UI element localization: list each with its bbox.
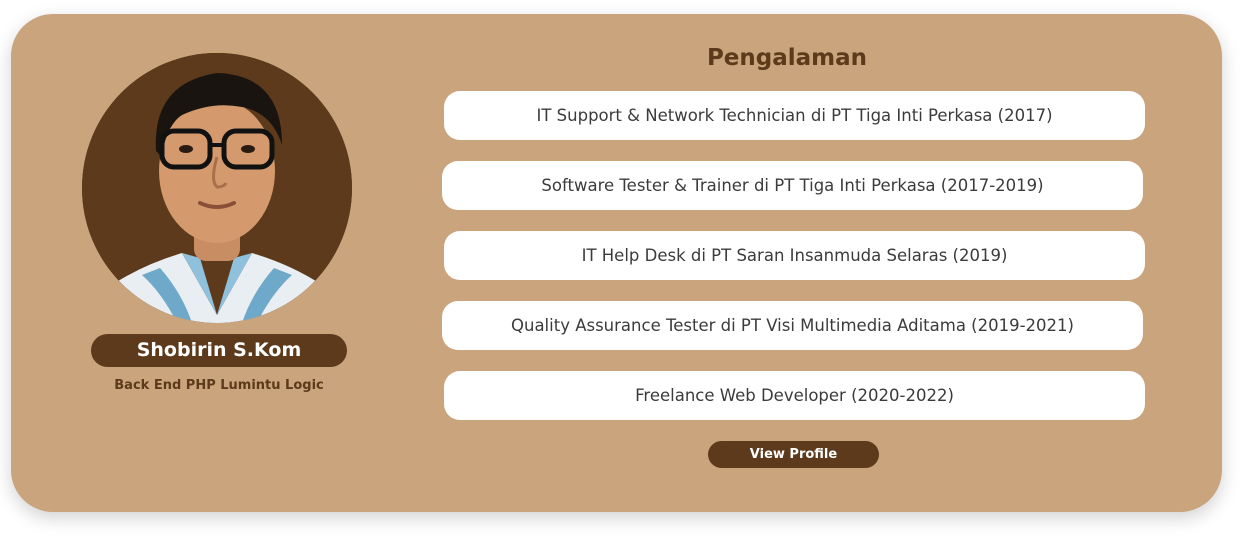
- experience-item: Quality Assurance Tester di PT Visi Mult…: [442, 301, 1143, 350]
- experience-item: IT Help Desk di PT Saran Insanmuda Selar…: [444, 231, 1145, 280]
- profile-card: Shobirin S.Kom Back End PHP Lumintu Logi…: [11, 14, 1222, 512]
- view-profile-button[interactable]: View Profile: [708, 441, 879, 468]
- profile-photo: [82, 53, 352, 323]
- experience-item: Freelance Web Developer (2020-2022): [444, 371, 1145, 420]
- profile-role: Back End PHP Lumintu Logic: [114, 378, 324, 393]
- experience-item: Software Tester & Trainer di PT Tiga Int…: [442, 161, 1143, 210]
- profile-photo-illustration: [82, 53, 352, 323]
- experience-item: IT Support & Network Technician di PT Ti…: [444, 91, 1145, 140]
- profile-name: Shobirin S.Kom: [91, 334, 347, 367]
- experience-heading: Pengalaman: [706, 45, 868, 71]
